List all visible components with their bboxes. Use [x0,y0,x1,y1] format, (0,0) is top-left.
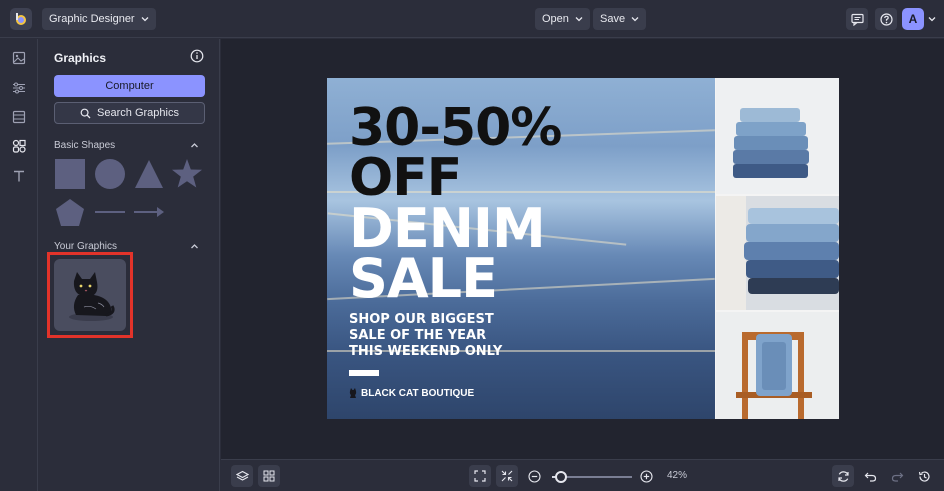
your-graphics-heading: Your Graphics [54,241,117,252]
rail-item-image[interactable] [10,49,28,67]
undo-icon [864,472,876,482]
headline-discount[interactable]: 30-50% [349,102,562,154]
help-icon [879,12,893,26]
help-button[interactable] [875,8,897,30]
chair-with-jeans [736,332,812,419]
zoom-in-icon [639,469,653,483]
refresh-icon [837,470,849,482]
canvas-area[interactable]: 30-50% OFF DENIM SALE SHOP OUR BIGGEST S… [221,39,944,459]
redo-button[interactable] [886,465,908,487]
shrink-icon [501,470,513,482]
graphics-icon [12,139,26,153]
mode-dropdown-label: Graphic Designer [49,13,135,25]
save-label: Save [600,13,626,25]
fit-screen-button[interactable] [469,465,491,487]
subtext-line-1[interactable]: SHOP OUR BIGGEST [349,312,494,328]
top-bar: Graphic Designer Open Save A [0,0,944,38]
layers-icon [235,470,249,481]
rail-item-adjust[interactable] [10,79,28,97]
open-dropdown[interactable]: Open [535,8,590,30]
zoom-slider-knob[interactable] [555,471,567,483]
grid-button[interactable] [258,465,280,487]
graphics-panel: Graphics Computer Search Graphics Basic … [38,39,220,491]
shape-arrow[interactable] [133,206,165,218]
held-jeans-stack [716,196,839,310]
rail-item-layout[interactable] [10,108,28,126]
chevron-down-icon [575,17,583,22]
chevron-down-icon [631,17,639,22]
search-graphics-label: Search Graphics [97,107,179,119]
shrink-button[interactable] [496,465,518,487]
user-avatar[interactable]: A [902,8,924,30]
small-cat-icon [349,388,357,398]
avatar-letter: A [908,12,918,26]
zoom-percent: 42% [667,470,688,481]
accent-bar[interactable] [349,370,379,376]
headline-sale[interactable]: SALE [349,252,498,306]
black-cat-graphic [69,272,115,321]
computer-upload-button[interactable]: Computer [54,75,205,97]
undo-button[interactable] [859,465,881,487]
layout-icon [12,110,26,124]
grid-icon [263,470,275,482]
shape-triangle[interactable] [133,159,165,189]
basic-shapes-heading: Basic Shapes [54,140,116,151]
shape-square[interactable] [54,159,86,189]
computer-button-label: Computer [105,80,154,92]
text-icon [14,170,24,182]
chevron-up-icon[interactable] [190,141,199,150]
account-chevron-down-icon[interactable] [928,15,936,23]
panel-title: Graphics [54,51,107,65]
shape-pentagon[interactable] [55,198,85,228]
info-icon[interactable] [190,49,204,63]
comment-button[interactable] [846,8,868,30]
zoom-out-button[interactable] [523,465,545,487]
app-logo[interactable] [10,8,32,30]
chevron-down-icon [141,17,149,22]
shape-line[interactable] [94,207,126,217]
open-label: Open [542,13,569,25]
photo-folded-jeans-2[interactable] [716,196,839,310]
chevron-up-icon[interactable] [190,242,199,251]
photo-folded-jeans-1[interactable] [716,78,839,194]
tool-rail [0,39,38,491]
shape-circle[interactable] [94,159,126,189]
mode-dropdown[interactable]: Graphic Designer [42,8,156,30]
save-dropdown[interactable]: Save [593,8,647,30]
zoom-out-icon [527,469,541,483]
zoom-in-button[interactable] [635,465,657,487]
subtext-line-2[interactable]: SALE OF THE YEAR [349,328,486,344]
rail-item-text[interactable] [10,167,28,185]
image-icon [12,51,26,65]
bottom-toolbar: 42% [221,459,944,491]
history-button[interactable] [913,465,935,487]
sliders-icon [13,82,25,94]
fit-screen-icon [474,470,486,482]
redo-icon [891,472,903,482]
brand-name: BLACK CAT BOUTIQUE [361,387,475,399]
comment-icon [850,13,864,26]
rail-item-graphics[interactable] [10,137,28,155]
brand-logo[interactable]: BLACK CAT BOUTIQUE [349,387,474,399]
layers-button[interactable] [231,465,253,487]
photo-jeans-on-chair[interactable] [716,312,839,419]
search-graphics-button[interactable]: Search Graphics [54,102,205,124]
graphic-thumbnail-black-cat[interactable] [54,259,126,331]
history-icon [918,470,930,482]
folded-jeans-stack [733,108,809,178]
logo-icon [16,13,26,25]
search-icon [80,108,91,118]
refresh-button[interactable] [832,465,854,487]
design-artboard[interactable]: 30-50% OFF DENIM SALE SHOP OUR BIGGEST S… [327,78,839,419]
subtext-line-3[interactable]: THIS WEEKEND ONLY [349,344,502,360]
shape-star[interactable] [171,158,203,190]
